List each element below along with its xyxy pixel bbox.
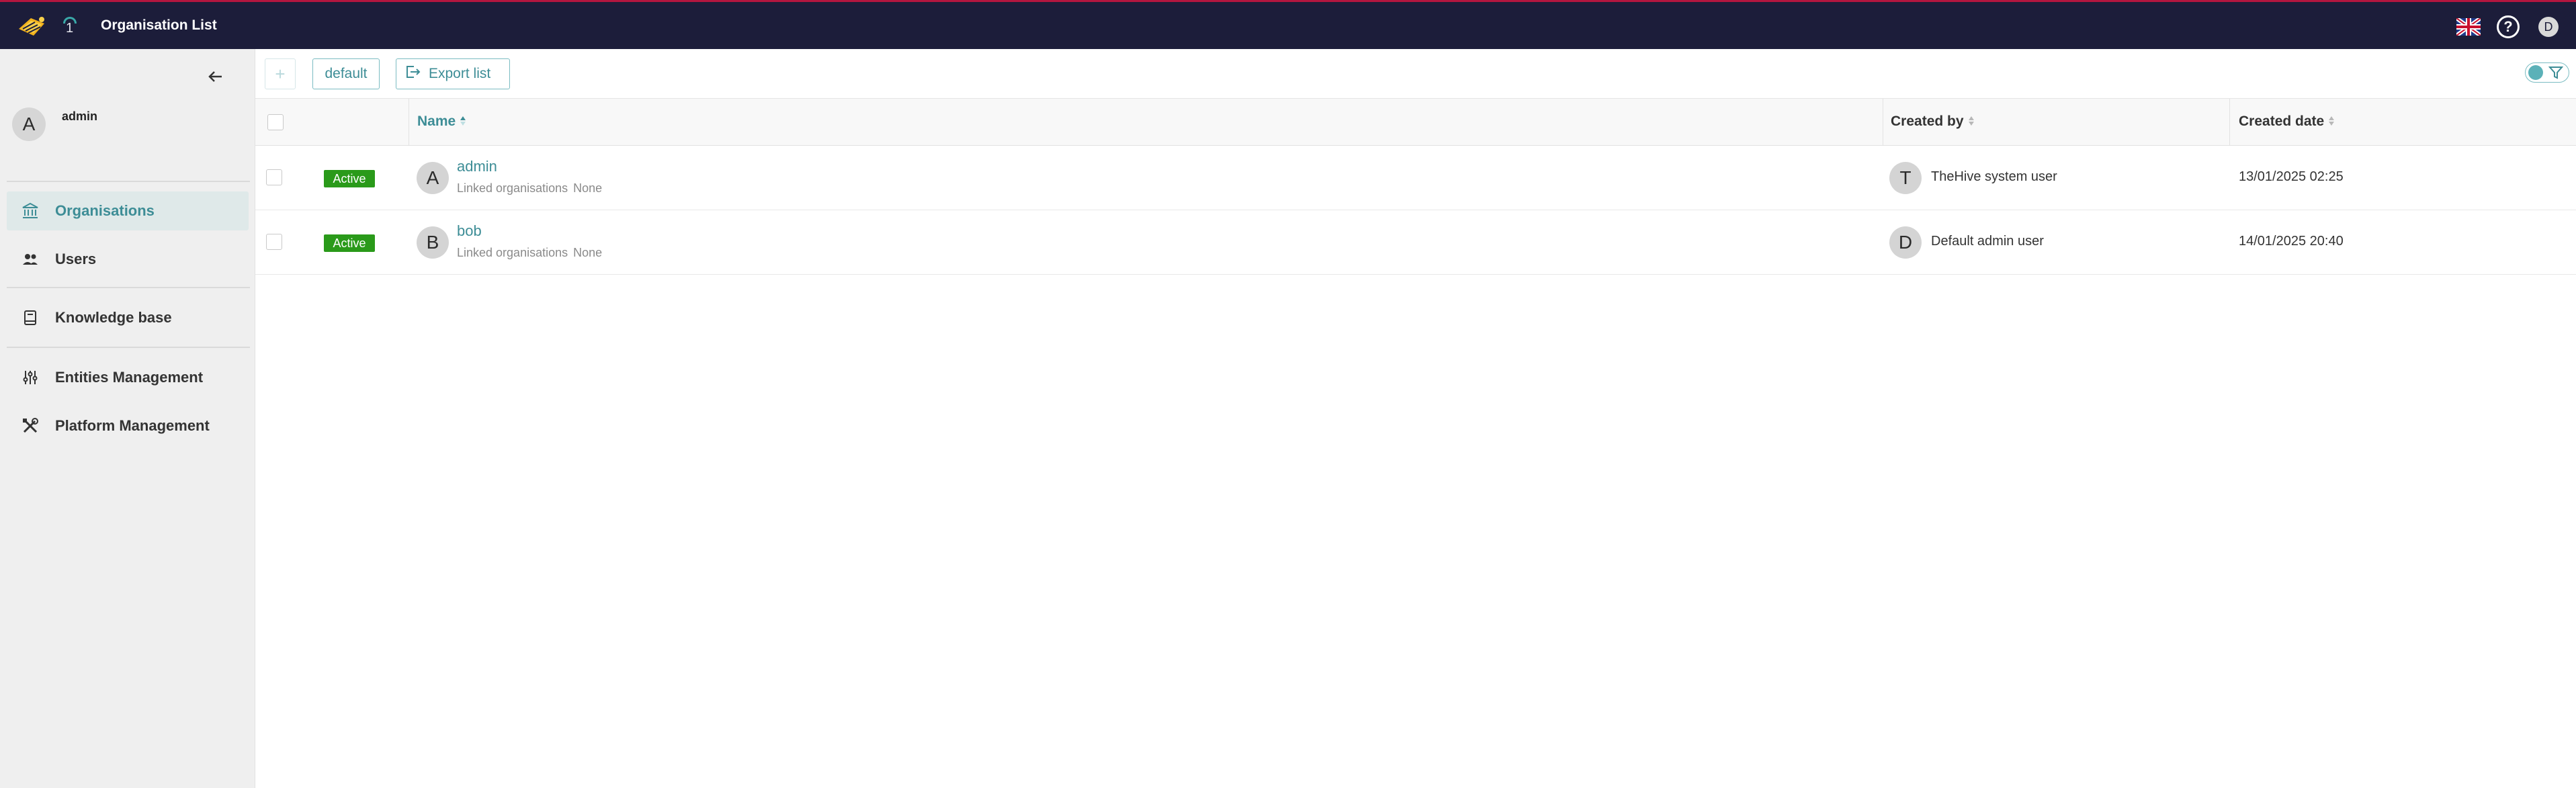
add-organisation-button[interactable]: +: [265, 58, 296, 89]
filter-toggle[interactable]: [2525, 62, 2569, 83]
select-all-checkbox[interactable]: [267, 114, 284, 130]
avatar: A: [417, 162, 449, 194]
created-by: TheHive system user: [1931, 169, 2057, 184]
toolbar: + default Export list: [255, 49, 2576, 99]
sort-ascending-icon: [460, 114, 466, 129]
page-title: Organisation List: [101, 17, 217, 33]
linked-organisations: Linked organisations None: [457, 246, 603, 259]
user-avatar[interactable]: D: [2538, 17, 2559, 37]
avatar: B: [417, 226, 449, 259]
column-header-name[interactable]: Name: [417, 114, 466, 130]
created-date: 14/01/2025 20:40: [2239, 234, 2344, 249]
row-checkbox[interactable]: [266, 234, 282, 250]
export-list-button[interactable]: Export list: [396, 58, 510, 89]
sidebar-item-label: Platform Management: [55, 417, 210, 434]
organisation-name-link[interactable]: bob: [457, 222, 482, 240]
divider: [7, 181, 250, 182]
created-by: Default admin user: [1931, 234, 2044, 249]
column-separator: [2229, 99, 2230, 146]
bank-icon: [20, 201, 40, 221]
sidebar-item-label: Organisations: [55, 202, 155, 219]
sidebar-username: admin: [62, 110, 98, 123]
collapse-sidebar-icon[interactable]: [206, 67, 226, 87]
uk-flag-icon[interactable]: [2455, 16, 2482, 38]
sidebar-item-label: Knowledge base: [55, 309, 172, 326]
organisation-name-link[interactable]: admin: [457, 158, 497, 175]
sliders-icon: [20, 367, 40, 388]
export-list-label: Export list: [429, 66, 491, 81]
notification-count: 1: [66, 21, 74, 36]
row-checkbox[interactable]: [266, 169, 282, 185]
sidebar-item-users[interactable]: Users: [7, 240, 249, 279]
book-icon: [20, 308, 40, 328]
created-date: 13/01/2025 02:25: [2239, 169, 2344, 184]
table-row[interactable]: Active A admin Linked organisations None …: [255, 146, 2576, 210]
sort-icon: [2328, 114, 2335, 129]
divider: [7, 287, 250, 288]
sidebar-item-platform-management[interactable]: Platform Management: [7, 406, 249, 445]
sidebar-item-label: Users: [55, 251, 97, 267]
notification-indicator[interactable]: 1: [62, 15, 78, 40]
toggle-knob: [2528, 65, 2543, 80]
column-header-created-by[interactable]: Created by: [1891, 114, 1975, 130]
creator-avatar: D: [1889, 226, 1922, 259]
status-badge: Active: [324, 170, 375, 187]
sidebar-item-label: Entities Management: [55, 369, 204, 386]
default-filter-button[interactable]: default: [312, 58, 380, 89]
filter-icon: [2548, 66, 2564, 79]
divider: [7, 347, 250, 348]
export-icon: [404, 64, 421, 83]
status-badge: Active: [324, 234, 375, 252]
sidebar-user-avatar: A: [12, 107, 46, 141]
tools-icon: [20, 416, 40, 436]
sidebar-item-organisations[interactable]: Organisations: [7, 191, 249, 230]
help-icon[interactable]: ?: [2497, 15, 2520, 38]
column-header-created-date[interactable]: Created date: [2239, 114, 2335, 130]
table-header: Name Created by Created date: [255, 99, 2576, 146]
sidebar: A admin Organisations Users Knowledge ba…: [0, 49, 255, 788]
sort-icon: [1968, 114, 1975, 129]
sidebar-item-knowledge-base[interactable]: Knowledge base: [7, 298, 249, 337]
table-row[interactable]: Active B bob Linked organisations None D …: [255, 210, 2576, 275]
creator-avatar: T: [1889, 162, 1922, 194]
linked-organisations: Linked organisations None: [457, 181, 603, 195]
users-icon: [20, 249, 40, 269]
sidebar-item-entities-management[interactable]: Entities Management: [7, 358, 249, 397]
thehive-logo[interactable]: [15, 14, 47, 40]
top-bar: 1 Organisation List ? D: [0, 0, 2576, 49]
